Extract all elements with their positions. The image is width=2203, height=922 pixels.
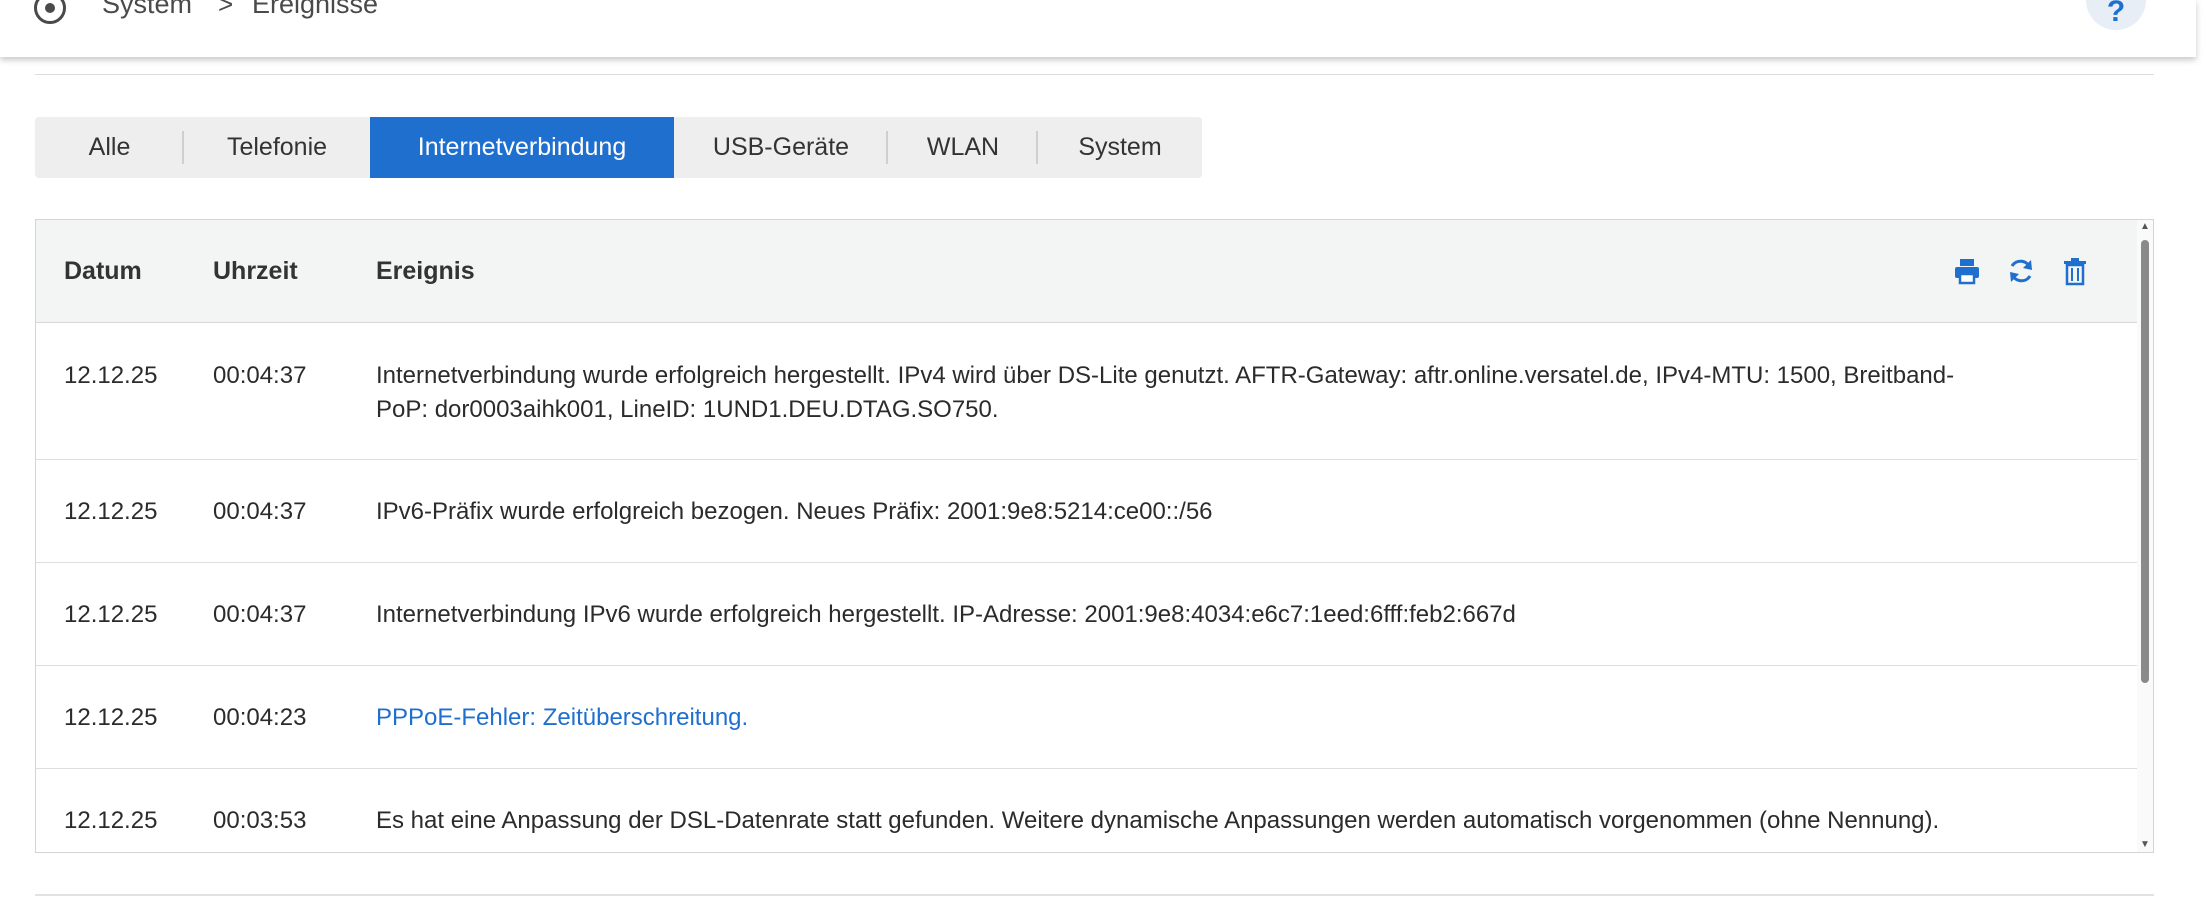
scroll-down-arrow-icon[interactable]: ▼ — [2137, 838, 2153, 852]
refresh-icon[interactable] — [2006, 256, 2036, 286]
row-time: 00:04:37 — [213, 362, 307, 389]
row-event-link[interactable]: PPPoE-Fehler: Zeitüberschreitung. — [376, 701, 2116, 735]
column-header-uhrzeit: Uhrzeit — [213, 257, 298, 285]
divider — [35, 74, 2154, 75]
tab-system[interactable]: System — [1038, 117, 1202, 178]
row-time: 00:04:37 — [213, 498, 307, 525]
table-row: 12.12.25 00:04:37 Internetverbindung IPv… — [36, 563, 2139, 666]
row-date: 12.12.25 — [64, 807, 158, 834]
help-button[interactable]: ? — [2086, 0, 2146, 30]
scrollbar-thumb[interactable] — [2141, 240, 2149, 683]
breadcrumb-system[interactable]: System — [102, 0, 192, 20]
table-header: Datum Uhrzeit Ereignis — [36, 220, 2139, 323]
tab-alle[interactable]: Alle — [35, 117, 184, 178]
row-time: 00:04:37 — [213, 601, 307, 628]
top-header: System > Ereignisse ? — [0, 0, 2196, 57]
event-filter-tabs: Alle Telefonie Internetverbindung USB-Ge… — [35, 117, 1202, 178]
tab-wlan[interactable]: WLAN — [888, 117, 1038, 178]
tab-internetverbindung[interactable]: Internetverbindung — [370, 117, 674, 178]
print-icon[interactable] — [1952, 256, 1982, 286]
table-row: 12.12.25 00:03:53 Es hat eine Anpassung … — [36, 769, 2139, 852]
row-event: Es hat eine Anpassung der DSL-Datenrate … — [376, 807, 1940, 834]
table-scrollbar[interactable]: ▲ ▼ — [2137, 220, 2153, 852]
table-row: 12.12.25 00:04:23 PPPoE-Fehler: Zeitüber… — [36, 666, 2139, 769]
row-date: 12.12.25 — [64, 498, 158, 525]
scroll-up-arrow-icon[interactable]: ▲ — [2137, 220, 2153, 234]
column-header-datum: Datum — [64, 257, 142, 285]
row-date: 12.12.25 — [64, 362, 158, 389]
row-event: IPv6-Präfix wurde erfolgreich bezogen. N… — [376, 498, 1213, 525]
table-row: 12.12.25 00:04:37 IPv6-Präfix wurde erfo… — [36, 460, 2139, 563]
column-header-ereignis: Ereignis — [376, 257, 475, 285]
breadcrumb-separator: > — [218, 0, 234, 19]
row-time: 00:03:53 — [213, 807, 307, 834]
row-date: 12.12.25 — [64, 704, 158, 731]
row-event: Internetverbindung wurde erfolgreich her… — [376, 362, 1955, 389]
row-date: 12.12.25 — [64, 601, 158, 628]
tab-telefonie[interactable]: Telefonie — [184, 117, 370, 178]
table-row: 12.12.25 00:04:37 Internetverbindung wur… — [36, 323, 2139, 460]
breadcrumb-ereignisse: Ereignisse — [252, 0, 379, 19]
divider — [35, 894, 2154, 896]
row-event: Internetverbindung IPv6 wurde erfolgreic… — [376, 601, 1516, 628]
tab-usb-geraete[interactable]: USB-Geräte — [674, 117, 888, 178]
trash-icon[interactable] — [2060, 256, 2090, 286]
row-time: 00:04:23 — [213, 704, 307, 731]
settings-circle-icon — [34, 0, 66, 24]
events-table: Datum Uhrzeit Ereignis 12.12.25 00:04:37… — [35, 219, 2154, 853]
row-event-continued: PoP: dor0003aihk001, LineID: 1UND1.DEU.D… — [376, 396, 999, 423]
